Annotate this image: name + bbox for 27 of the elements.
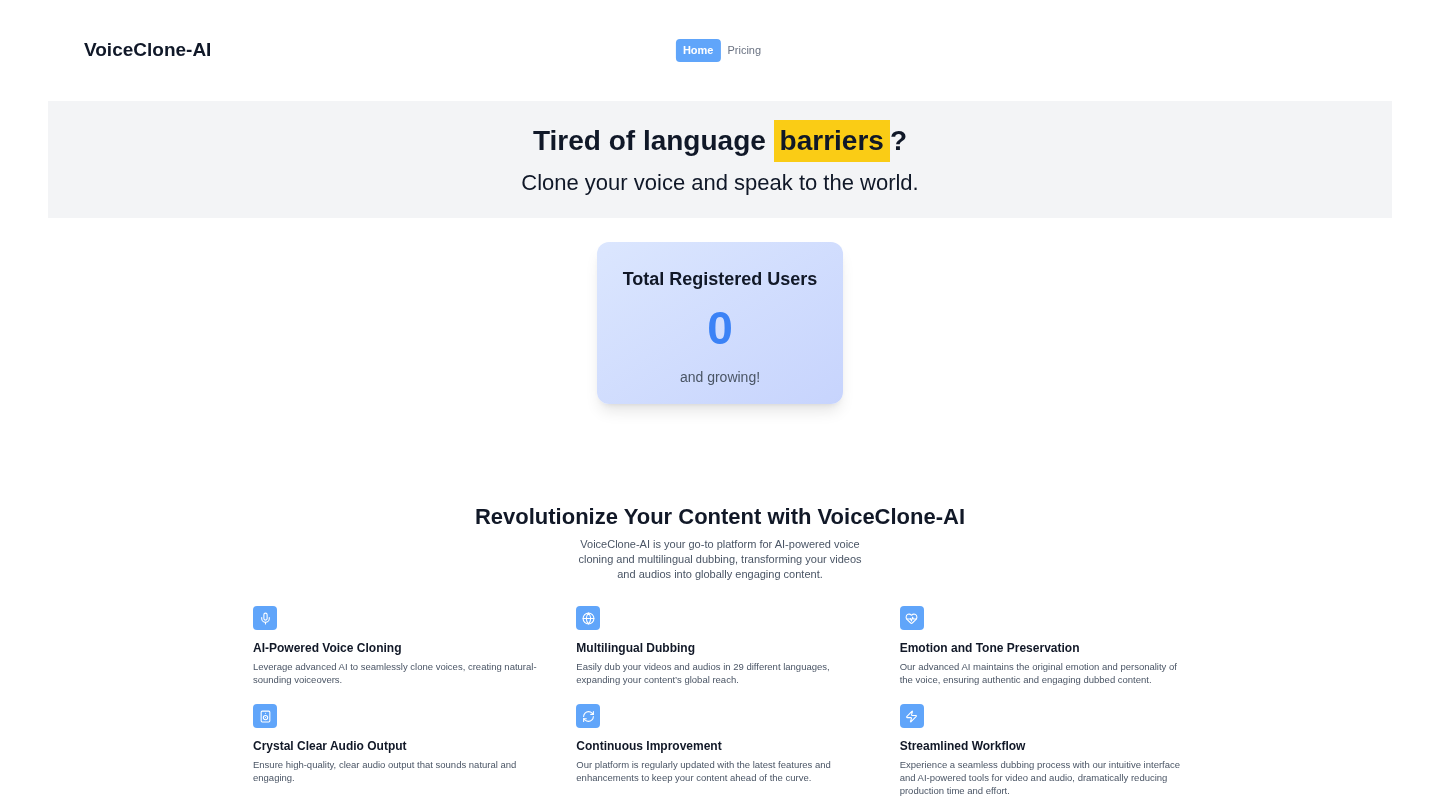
section-title: Revolutionize Your Content with VoiceClone-AI [474,503,966,531]
feature-description: Easily dub your videos and audios in 29 different languages, expanding your content’s global reach. [576,660,831,686]
feature-description: Our advanced AI maintains the original emotion and personality of the voice, ensuring authentic and engaging dubbed content. [899,660,1178,686]
heart-pulse-icon [899,606,924,630]
section-intro: VoiceClone-AI is your go-to platform for AI-powered voice cloning and multilingual dubbing, transforming your videos and audios into globally engaging content. [577,537,863,582]
feature-title: Crystal Clear Audio Output [253,738,408,755]
globe-icon [576,606,601,630]
feature-description: Our platform is regularly updated with the latest features and enhancements to keep your content ahead of the curve. [576,758,832,784]
hero-subtitle: Clone your voice and speak to the world. [521,169,919,197]
microphone-icon [253,606,277,630]
nav-link[interactable]: Pricing [724,39,765,62]
feature-description: Ensure high-quality, clear audio output that sounds natural and engaging. [253,758,518,784]
brand-logo[interactable]: VoiceClone-AI [84,36,212,65]
feature-title: AI-Powered Voice Cloning [253,640,403,657]
feature-description: Leverage advanced AI to seamlessly clone voices, creating natural-sounding voiceovers. [253,660,538,686]
stats-caption: and growing! [679,368,761,387]
lightning-icon [899,704,924,728]
feature-title: Streamlined Workflow [899,738,1027,755]
feature-title: Multilingual Dubbing [576,640,696,657]
feature-title: Emotion and Tone Preservation [899,640,1081,657]
speaker-icon [253,704,277,728]
feature-title: Continuous Improvement [576,738,723,755]
stats-title: Total Registered Users [622,268,818,291]
stats-value: 0 [707,305,733,351]
refresh-icon [576,704,601,728]
hero-title: Tired of language barriers ? [532,120,907,162]
feature-description: Experience a seamless dubbing process with our intuitive interface and AI-powered tools for video and audio, dramatically reducing production time and effort. [899,758,1182,797]
